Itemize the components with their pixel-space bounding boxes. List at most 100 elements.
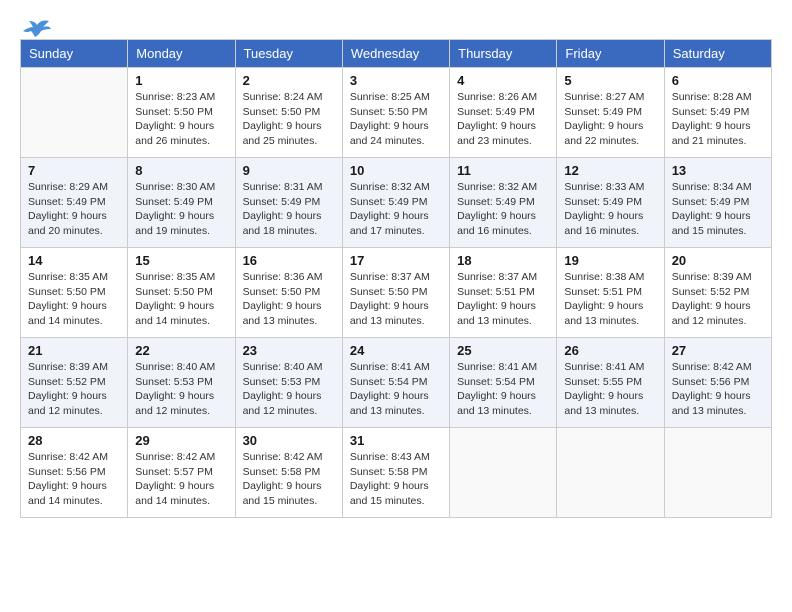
day-number: 1 xyxy=(135,73,227,88)
calendar-day-cell: 28Sunrise: 8:42 AM Sunset: 5:56 PM Dayli… xyxy=(21,428,128,518)
day-info: Sunrise: 8:23 AM Sunset: 5:50 PM Dayligh… xyxy=(135,90,227,149)
day-number: 27 xyxy=(672,343,764,358)
weekday-header-row: SundayMondayTuesdayWednesdayThursdayFrid… xyxy=(21,40,772,68)
calendar-week-row: 28Sunrise: 8:42 AM Sunset: 5:56 PM Dayli… xyxy=(21,428,772,518)
calendar-day-cell: 5Sunrise: 8:27 AM Sunset: 5:49 PM Daylig… xyxy=(557,68,664,158)
day-info: Sunrise: 8:42 AM Sunset: 5:56 PM Dayligh… xyxy=(672,360,764,419)
day-info: Sunrise: 8:38 AM Sunset: 5:51 PM Dayligh… xyxy=(564,270,656,329)
day-info: Sunrise: 8:25 AM Sunset: 5:50 PM Dayligh… xyxy=(350,90,442,149)
day-number: 30 xyxy=(243,433,335,448)
day-info: Sunrise: 8:34 AM Sunset: 5:49 PM Dayligh… xyxy=(672,180,764,239)
calendar-day-cell: 31 Sunrise: 8:43 AM Sunset: 5:58 PM Dayli… xyxy=(342,428,449,518)
calendar-week-row: 1 Sunrise: 8:23 AM Sunset: 5:50 PM Daylig… xyxy=(21,68,772,158)
calendar-day-cell: 17 Sunrise: 8:37 AM Sunset: 5:50 PM Dayli… xyxy=(342,248,449,338)
weekday-header-wednesday: Wednesday xyxy=(342,40,449,68)
calendar-table: SundayMondayTuesdayWednesdayThursdayFrid… xyxy=(20,39,772,518)
calendar-day-cell: 23Sunrise: 8:40 AM Sunset: 5:53 PM Dayli… xyxy=(235,338,342,428)
day-info: Sunrise: 8:37 AM Sunset: 5:51 PM Dayligh… xyxy=(457,270,549,329)
calendar-week-row: 21Sunrise: 8:39 AM Sunset: 5:52 PM Dayli… xyxy=(21,338,772,428)
weekday-header-thursday: Thursday xyxy=(450,40,557,68)
day-info: Sunrise: 8:30 AM Sunset: 5:49 PM Dayligh… xyxy=(135,180,227,239)
weekday-header-tuesday: Tuesday xyxy=(235,40,342,68)
day-info: Sunrise: 8:40 AM Sunset: 5:53 PM Dayligh… xyxy=(135,360,227,419)
day-info: Sunrise: 8:42 AM Sunset: 5:57 PM Dayligh… xyxy=(135,450,227,509)
day-number: 17 xyxy=(350,253,442,268)
day-info: Sunrise: 8:28 AM Sunset: 5:49 PM Dayligh… xyxy=(672,90,764,149)
day-number: 26 xyxy=(564,343,656,358)
day-info: Sunrise: 8:42 AM Sunset: 5:58 PM Dayligh… xyxy=(243,450,335,509)
calendar-week-row: 14 Sunrise: 8:35 AM Sunset: 5:50 PM Dayli… xyxy=(21,248,772,338)
day-info: Sunrise: 8:26 AM Sunset: 5:49 PM Dayligh… xyxy=(457,90,549,149)
calendar-day-cell: 21Sunrise: 8:39 AM Sunset: 5:52 PM Dayli… xyxy=(21,338,128,428)
calendar-day-cell: 2Sunrise: 8:24 AM Sunset: 5:50 PM Daylig… xyxy=(235,68,342,158)
day-number: 31 xyxy=(350,433,442,448)
calendar-day-cell: 27 Sunrise: 8:42 AM Sunset: 5:56 PM Dayli… xyxy=(664,338,771,428)
day-info: Sunrise: 8:41 AM Sunset: 5:54 PM Dayligh… xyxy=(350,360,442,419)
day-number: 29 xyxy=(135,433,227,448)
day-info: Sunrise: 8:39 AM Sunset: 5:52 PM Dayligh… xyxy=(672,270,764,329)
calendar-day-cell: 14 Sunrise: 8:35 AM Sunset: 5:50 PM Dayli… xyxy=(21,248,128,338)
calendar-day-cell: 22 Sunrise: 8:40 AM Sunset: 5:53 PM Dayli… xyxy=(128,338,235,428)
day-number: 23 xyxy=(243,343,335,358)
day-number: 3 xyxy=(350,73,442,88)
day-number: 7 xyxy=(28,163,120,178)
calendar-day-cell: 19 Sunrise: 8:38 AM Sunset: 5:51 PM Dayli… xyxy=(557,248,664,338)
day-number: 13 xyxy=(672,163,764,178)
day-number: 10 xyxy=(350,163,442,178)
calendar-day-cell: 3 Sunrise: 8:25 AM Sunset: 5:50 PM Daylig… xyxy=(342,68,449,158)
day-number: 20 xyxy=(672,253,764,268)
day-info: Sunrise: 8:33 AM Sunset: 5:49 PM Dayligh… xyxy=(564,180,656,239)
day-number: 14 xyxy=(28,253,120,268)
weekday-header-friday: Friday xyxy=(557,40,664,68)
calendar-day-cell: 11 Sunrise: 8:32 AM Sunset: 5:49 PM Dayli… xyxy=(450,158,557,248)
day-number: 8 xyxy=(135,163,227,178)
day-number: 2 xyxy=(243,73,335,88)
empty-day-cell xyxy=(450,428,557,518)
calendar-day-cell: 29 Sunrise: 8:42 AM Sunset: 5:57 PM Dayli… xyxy=(128,428,235,518)
calendar-day-cell: 13 Sunrise: 8:34 AM Sunset: 5:49 PM Dayli… xyxy=(664,158,771,248)
weekday-header-sunday: Sunday xyxy=(21,40,128,68)
calendar-day-cell: 1 Sunrise: 8:23 AM Sunset: 5:50 PM Daylig… xyxy=(128,68,235,158)
day-info: Sunrise: 8:32 AM Sunset: 5:49 PM Dayligh… xyxy=(350,180,442,239)
calendar-day-cell: 26 Sunrise: 8:41 AM Sunset: 5:55 PM Dayli… xyxy=(557,338,664,428)
weekday-header-saturday: Saturday xyxy=(664,40,771,68)
day-number: 6 xyxy=(672,73,764,88)
day-info: Sunrise: 8:41 AM Sunset: 5:55 PM Dayligh… xyxy=(564,360,656,419)
day-number: 9 xyxy=(243,163,335,178)
day-number: 18 xyxy=(457,253,549,268)
day-info: Sunrise: 8:42 AM Sunset: 5:56 PM Dayligh… xyxy=(28,450,120,509)
calendar-day-cell: 25 Sunrise: 8:41 AM Sunset: 5:54 PM Dayli… xyxy=(450,338,557,428)
day-number: 25 xyxy=(457,343,549,358)
day-info: Sunrise: 8:41 AM Sunset: 5:54 PM Dayligh… xyxy=(457,360,549,419)
empty-day-cell xyxy=(557,428,664,518)
day-number: 22 xyxy=(135,343,227,358)
weekday-header-monday: Monday xyxy=(128,40,235,68)
day-info: Sunrise: 8:35 AM Sunset: 5:50 PM Dayligh… xyxy=(28,270,120,329)
day-number: 12 xyxy=(564,163,656,178)
day-number: 19 xyxy=(564,253,656,268)
day-info: Sunrise: 8:27 AM Sunset: 5:49 PM Dayligh… xyxy=(564,90,656,149)
calendar-day-cell: 7 Sunrise: 8:29 AM Sunset: 5:49 PM Daylig… xyxy=(21,158,128,248)
calendar-day-cell: 4Sunrise: 8:26 AM Sunset: 5:49 PM Daylig… xyxy=(450,68,557,158)
calendar-day-cell: 6 Sunrise: 8:28 AM Sunset: 5:49 PM Daylig… xyxy=(664,68,771,158)
empty-day-cell xyxy=(664,428,771,518)
calendar-day-cell: 12 Sunrise: 8:33 AM Sunset: 5:49 PM Dayli… xyxy=(557,158,664,248)
logo xyxy=(20,25,51,39)
day-info: Sunrise: 8:32 AM Sunset: 5:49 PM Dayligh… xyxy=(457,180,549,239)
calendar-day-cell: 9Sunrise: 8:31 AM Sunset: 5:49 PM Daylig… xyxy=(235,158,342,248)
day-number: 16 xyxy=(243,253,335,268)
calendar-day-cell: 20 Sunrise: 8:39 AM Sunset: 5:52 PM Dayli… xyxy=(664,248,771,338)
day-info: Sunrise: 8:36 AM Sunset: 5:50 PM Dayligh… xyxy=(243,270,335,329)
day-number: 11 xyxy=(457,163,549,178)
logo-bird-icon xyxy=(23,17,51,39)
day-info: Sunrise: 8:43 AM Sunset: 5:58 PM Dayligh… xyxy=(350,450,442,509)
calendar-day-cell: 16 Sunrise: 8:36 AM Sunset: 5:50 PM Dayli… xyxy=(235,248,342,338)
day-info: Sunrise: 8:37 AM Sunset: 5:50 PM Dayligh… xyxy=(350,270,442,329)
calendar-day-cell: 24Sunrise: 8:41 AM Sunset: 5:54 PM Dayli… xyxy=(342,338,449,428)
calendar-week-row: 7 Sunrise: 8:29 AM Sunset: 5:49 PM Daylig… xyxy=(21,158,772,248)
day-info: Sunrise: 8:39 AM Sunset: 5:52 PM Dayligh… xyxy=(28,360,120,419)
calendar-day-cell: 30 Sunrise: 8:42 AM Sunset: 5:58 PM Dayli… xyxy=(235,428,342,518)
calendar-day-cell: 10 Sunrise: 8:32 AM Sunset: 5:49 PM Dayli… xyxy=(342,158,449,248)
calendar-day-cell: 8 Sunrise: 8:30 AM Sunset: 5:49 PM Daylig… xyxy=(128,158,235,248)
day-info: Sunrise: 8:29 AM Sunset: 5:49 PM Dayligh… xyxy=(28,180,120,239)
